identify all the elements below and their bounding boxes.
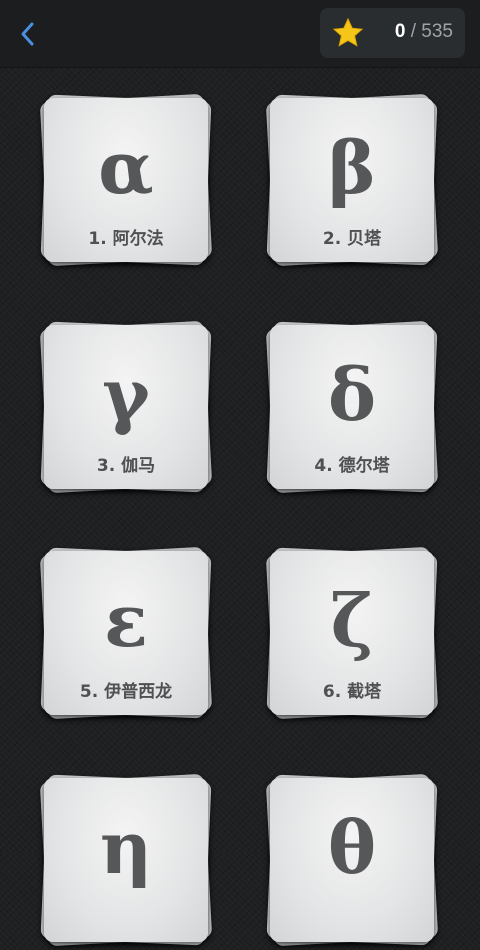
- greek-letter: ε: [104, 578, 148, 663]
- letter-card-eta[interactable]: η: [36, 770, 216, 950]
- card-face: δ 4. 德尔塔: [270, 325, 434, 489]
- greek-letter: η: [99, 805, 153, 890]
- letter-card-theta[interactable]: θ: [262, 770, 442, 950]
- card-face: β 2. 贝塔: [270, 98, 434, 262]
- letter-name: 6. 截塔: [322, 682, 382, 702]
- letter-name: 2. 贝塔: [322, 229, 382, 249]
- card-face: γ 3. 伽马: [44, 325, 208, 489]
- greek-letter: α: [98, 125, 154, 210]
- score-separator: /: [410, 21, 417, 42]
- greek-letter: δ: [327, 352, 377, 437]
- greek-letter: β: [328, 125, 376, 210]
- greek-letter: γ: [102, 352, 150, 437]
- card-face: θ: [270, 778, 434, 942]
- chevron-left-icon: [21, 22, 34, 46]
- letter-name: 5. 伊普西龙: [79, 682, 173, 702]
- letter-card-epsilon[interactable]: ε 5. 伊普西龙: [36, 543, 216, 723]
- card-face: η: [44, 778, 208, 942]
- letter-name: 4. 德尔塔: [314, 456, 390, 476]
- top-bar: 0 / 535: [0, 0, 480, 68]
- letter-card-alpha[interactable]: α 1. 阿尔法: [36, 90, 216, 270]
- back-button[interactable]: [8, 14, 48, 54]
- letter-card-gamma[interactable]: γ 3. 伽马: [36, 317, 216, 497]
- letter-card-beta[interactable]: β 2. 贝塔: [262, 90, 442, 270]
- card-face: ε 5. 伊普西龙: [44, 551, 208, 715]
- letter-card-zeta[interactable]: ζ 6. 截塔: [262, 543, 442, 723]
- card-face: ζ 6. 截塔: [270, 551, 434, 715]
- score-box: 0 / 535: [320, 8, 465, 58]
- greek-letter: ζ: [330, 578, 374, 663]
- score-current: 0: [394, 21, 406, 42]
- letter-name: 1. 阿尔法: [88, 229, 164, 249]
- greek-letter: θ: [327, 805, 377, 890]
- score-counter: 0 / 535: [395, 21, 453, 43]
- star-icon: [332, 17, 364, 47]
- letter-card-delta[interactable]: δ 4. 德尔塔: [262, 317, 442, 497]
- score-total: 535: [421, 21, 453, 42]
- card-face: α 1. 阿尔法: [44, 98, 208, 262]
- letter-name: 3. 伽马: [96, 456, 156, 476]
- letter-grid: α 1. 阿尔法 β 2. 贝塔 γ 3. 伽马 δ 4. 德尔塔 ε 5. 伊…: [0, 67, 480, 947]
